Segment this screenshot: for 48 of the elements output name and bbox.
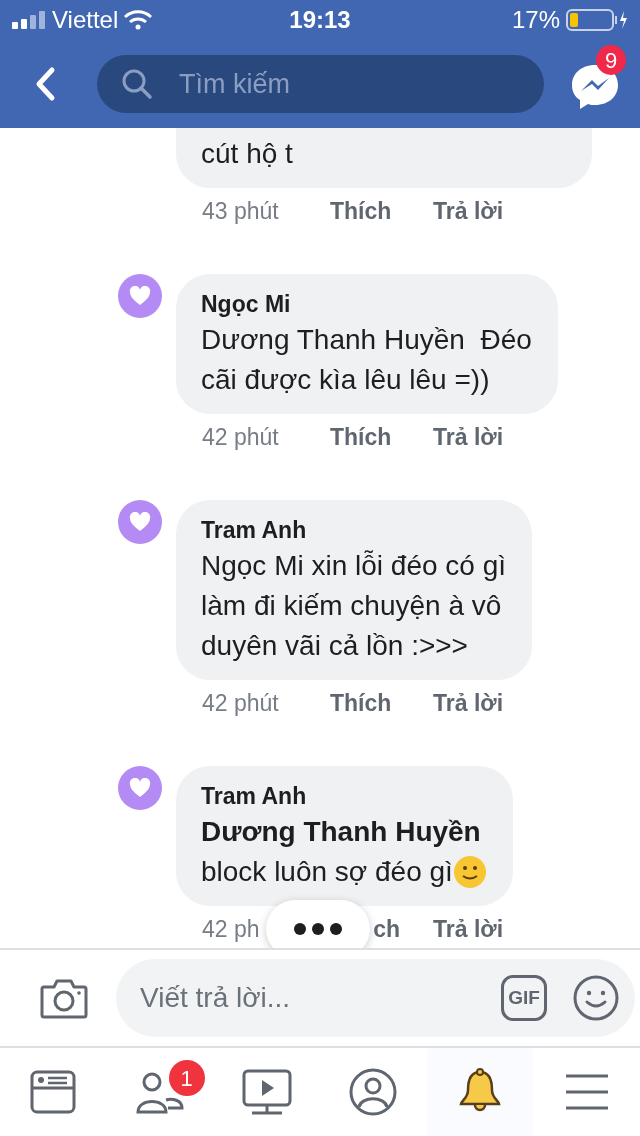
reply-link[interactable]: Trả lời [433,193,504,229]
carrier-name: Viettel [52,5,119,35]
more-icon [293,922,343,936]
author-name[interactable]: Tram Anh [201,514,507,546]
comment-text: Ngọc Mi xin lỗi đéo có gì [201,549,507,583]
wifi-icon [124,10,153,30]
news-feed-icon [30,1069,77,1115]
like-link[interactable]: Thích [330,193,392,229]
comment-text: làm đi kiếm chuyện à vô [201,589,502,623]
profile-icon [349,1068,398,1116]
battery-percent: 17% [511,5,560,35]
reply-field[interactable]: Viết trả lời... GIF [116,959,635,1037]
notification-badge: 1 [168,1060,205,1096]
like-link[interactable]: ch [373,911,400,947]
friends-icon [136,1070,184,1114]
battery-icon [566,9,628,31]
clock-time: 19:13 [289,5,351,35]
author-name[interactable]: Ngọc Mi [201,288,532,320]
gif-button[interactable]: GIF [501,975,547,1021]
comment-time: 42 ph [202,914,260,944]
comment-text: cãi được kìa lêu lêu =)) [201,363,490,397]
like-link[interactable]: Thích [330,685,392,721]
comment-text: block luôn sợ đéo gì [201,855,453,889]
avatar [118,766,162,810]
avatar [118,500,162,544]
comment-time: 43 phút [202,196,279,226]
comment-text: Dương Thanh Huyền Đéo [201,323,532,357]
comment-text: duyên vãi cả lồn :>>> [201,629,468,663]
comment-time: 42 phút [202,422,279,452]
avatar [118,274,162,318]
tab-button[interactable] [426,1048,534,1136]
comment-text: cút hộ t [201,137,293,171]
emoji-icon[interactable] [573,975,619,1021]
author-name[interactable]: Tram Anh [201,780,487,812]
mention-link[interactable]: Dương Thanh Huyền [201,812,487,852]
camera-icon[interactable] [40,977,88,1019]
reply-link[interactable]: Trả lời [433,911,504,947]
like-link[interactable]: Thích [330,419,392,455]
message-count-badge: 9 [596,45,626,75]
video-icon [241,1069,292,1115]
reply-link[interactable]: Trả lời [433,419,504,455]
comment-time: 42 phút [202,688,279,718]
signal-icon [12,11,46,29]
more-button[interactable] [266,900,370,948]
search-icon [121,68,153,100]
reply-link[interactable]: Trả lời [433,685,504,721]
menu-icon [563,1073,610,1111]
search-field[interactable]: Tìm kiếm [97,55,544,113]
